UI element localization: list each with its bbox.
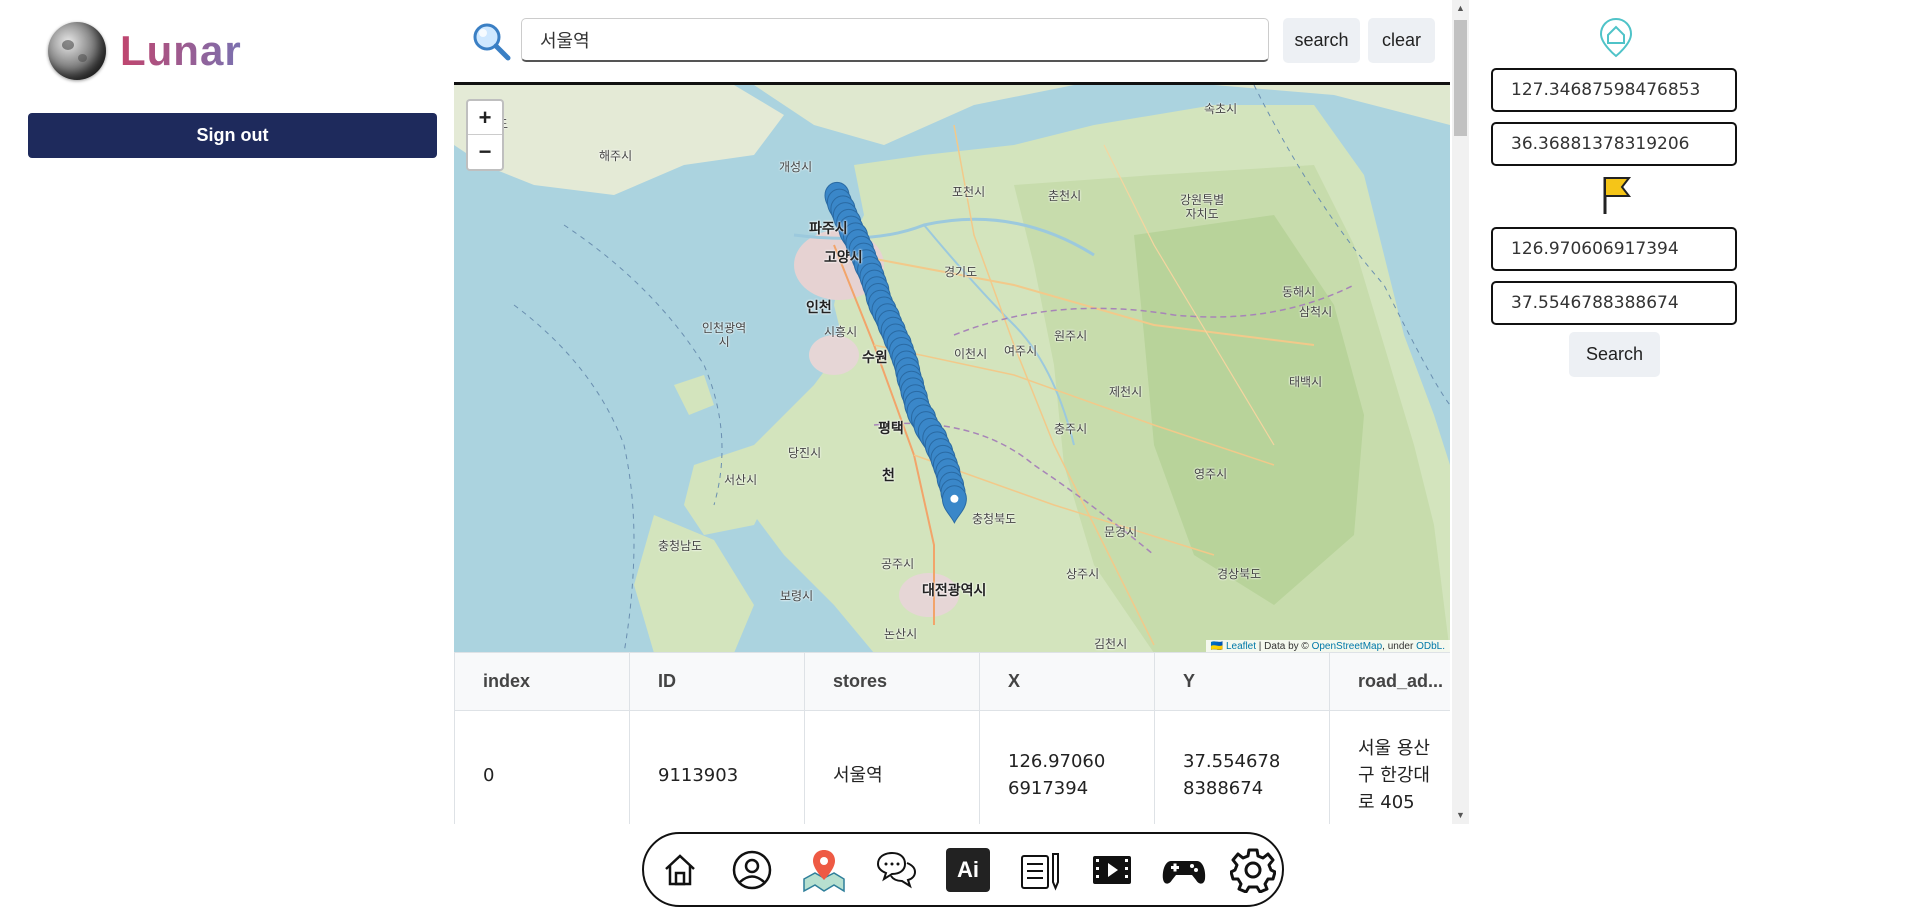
vertical-scrollbar[interactable]: ▲ ▼ bbox=[1452, 0, 1469, 824]
map-label: 여주시 bbox=[1004, 344, 1038, 358]
ukraine-flag-icon: 🇺🇦 bbox=[1210, 641, 1224, 652]
table-cell: 9113903 bbox=[629, 710, 805, 824]
sign-out-button[interactable]: Sign out bbox=[28, 113, 437, 158]
map-label: 원주시 bbox=[1054, 329, 1088, 343]
video-icon[interactable] bbox=[1088, 846, 1136, 894]
map-label: 평택 bbox=[878, 421, 904, 437]
settings-icon[interactable] bbox=[1229, 846, 1277, 894]
map-label: 경기도 bbox=[944, 265, 978, 279]
map-label: 고양시 bbox=[824, 250, 863, 266]
table-cell: 서울 용산 구 한강대 로 405 bbox=[1329, 710, 1450, 824]
zoom-control: + − bbox=[466, 99, 504, 171]
scroll-down-arrow-icon[interactable]: ▼ bbox=[1452, 807, 1469, 824]
table-row[interactable]: 0 9113903 서울역 126.97060 6917394 37.554678 83… bbox=[454, 710, 1450, 824]
home-icon[interactable] bbox=[656, 846, 704, 894]
results-table-container[interactable]: indexIDstoresXYroad_ad...place url 09113… bbox=[454, 652, 1450, 824]
map-label: 대전광역시 bbox=[922, 583, 987, 599]
column-header[interactable]: Y bbox=[1154, 652, 1330, 711]
map-label: 당진시 bbox=[788, 446, 822, 460]
search-button[interactable]: search bbox=[1283, 18, 1360, 63]
scroll-up-arrow-icon[interactable]: ▲ bbox=[1452, 0, 1469, 17]
results-table: indexIDstoresXYroad_ad...place url 09113… bbox=[454, 652, 1450, 824]
start-latitude-input[interactable] bbox=[1491, 122, 1737, 166]
scrollbar-thumb[interactable] bbox=[1454, 20, 1467, 136]
clear-button[interactable]: clear bbox=[1368, 18, 1435, 63]
map-label: 공주시 bbox=[881, 557, 915, 571]
map-label: 포천시 bbox=[952, 185, 986, 199]
start-longitude-input[interactable] bbox=[1491, 68, 1737, 112]
column-header[interactable]: ID bbox=[629, 652, 805, 711]
map-label: 문경시 bbox=[1104, 525, 1138, 539]
map-label: 파주시 bbox=[809, 221, 848, 237]
map-label: 개성시 bbox=[779, 160, 813, 174]
map-label: 김천시 bbox=[1094, 637, 1128, 651]
openstreetmap-link[interactable]: OpenStreetMap bbox=[1312, 641, 1383, 652]
zoom-out-button[interactable]: − bbox=[468, 135, 502, 168]
table-cell: 서울역 bbox=[804, 710, 980, 824]
table-cell: 37.554678 8388674 bbox=[1154, 710, 1330, 824]
map-label: 경상북도 bbox=[1217, 567, 1262, 581]
map-label: 춘천시 bbox=[1048, 189, 1082, 203]
map-label: 해주시 bbox=[599, 149, 633, 163]
map-label: 인천 bbox=[806, 300, 832, 316]
map-label: 속초시 bbox=[1204, 102, 1238, 116]
map-view[interactable]: 남도 해주시 개성시 포천시 춘천시 속초시 강원특별 자치도 파주시 고양시 … bbox=[454, 82, 1450, 653]
odbl-link[interactable]: ODbL. bbox=[1416, 641, 1445, 652]
table-cell: 0 bbox=[454, 710, 630, 824]
map-tiles bbox=[454, 85, 1450, 653]
map-label: 수원 bbox=[862, 350, 888, 366]
route-search-button[interactable]: Search bbox=[1569, 332, 1660, 377]
map-label: 천 bbox=[882, 468, 895, 484]
map-pin-icon[interactable] bbox=[800, 846, 848, 894]
column-header[interactable]: X bbox=[979, 652, 1155, 711]
map-label: 제천시 bbox=[1109, 385, 1143, 399]
map-label: 상주시 bbox=[1066, 567, 1100, 581]
ai-icon[interactable]: Ai bbox=[944, 846, 992, 894]
column-header[interactable]: road_ad... bbox=[1329, 652, 1450, 711]
map-label: 논산시 bbox=[884, 627, 918, 641]
map-label: 이천시 bbox=[954, 347, 988, 361]
magnifier-icon bbox=[473, 23, 511, 61]
gamepad-icon[interactable] bbox=[1160, 846, 1208, 894]
destination-longitude-input[interactable] bbox=[1491, 227, 1737, 271]
app-logo: Lunar bbox=[48, 22, 242, 80]
table-cell: 126.97060 6917394 bbox=[979, 710, 1155, 824]
column-header[interactable]: index bbox=[454, 652, 630, 711]
map-label: 강원특별 자치도 bbox=[1180, 193, 1225, 221]
map-label: 동해시 bbox=[1282, 285, 1316, 299]
map-label: 인천광역 시 bbox=[702, 321, 747, 349]
table-header-row: indexIDstoresXYroad_ad...place url bbox=[454, 652, 1450, 711]
column-header[interactable]: stores bbox=[804, 652, 980, 711]
moon-logo-icon bbox=[48, 22, 106, 80]
map-label: 충청북도 bbox=[972, 512, 1017, 526]
map-label: 시흥시 bbox=[824, 325, 858, 339]
map-label: 충주시 bbox=[1054, 422, 1088, 436]
destination-flag-icon bbox=[1603, 177, 1632, 214]
destination-latitude-input[interactable] bbox=[1491, 281, 1737, 325]
app-name: Lunar bbox=[120, 27, 242, 74]
profile-icon[interactable] bbox=[728, 846, 776, 894]
ai-label: Ai bbox=[946, 848, 990, 892]
map-label: 서산시 bbox=[724, 473, 758, 487]
map-label: 보령시 bbox=[780, 589, 814, 603]
home-location-pin-icon bbox=[1599, 17, 1633, 58]
map-label: 삼척시 bbox=[1299, 305, 1333, 319]
map-label: 태백시 bbox=[1289, 375, 1323, 389]
map-label: 충청남도 bbox=[658, 539, 703, 553]
chat-icon[interactable] bbox=[872, 846, 920, 894]
zoom-in-button[interactable]: + bbox=[468, 101, 502, 135]
leaflet-link[interactable]: Leaflet bbox=[1226, 641, 1256, 652]
notes-icon[interactable] bbox=[1016, 846, 1064, 894]
search-input[interactable] bbox=[521, 18, 1269, 62]
map-label: 영주시 bbox=[1194, 467, 1228, 481]
attribution-text: , under bbox=[1382, 641, 1417, 652]
attribution-text: | Data by © bbox=[1256, 641, 1312, 652]
bottom-dock: Ai bbox=[642, 832, 1284, 907]
